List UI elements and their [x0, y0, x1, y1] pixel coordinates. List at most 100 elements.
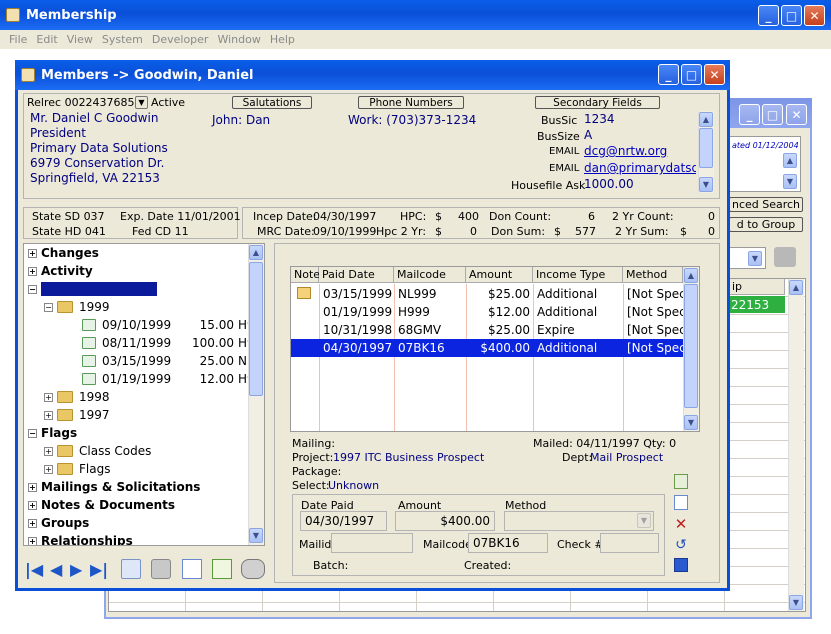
expand-icon[interactable]: + [44, 446, 53, 456]
grid-scroll-up[interactable]: ▲ [684, 268, 698, 283]
email2-link[interactable]: dan@primarydatsdf. [584, 161, 696, 175]
collapse-icon[interactable]: − [28, 284, 37, 294]
salutations-button[interactable]: Salutations [232, 96, 312, 109]
tree-payment-item[interactable]: 08/11/1999100.00H99 [82, 334, 262, 352]
expand-icon[interactable]: + [28, 536, 37, 545]
edit-icon[interactable] [121, 559, 141, 579]
row1-mailcode[interactable]: NL999 [394, 285, 466, 303]
grid-scroll-thumb[interactable] [684, 284, 698, 408]
search-icon[interactable] [241, 559, 265, 579]
member-maximize-button[interactable]: □ [681, 64, 702, 85]
expand-icon[interactable]: + [28, 500, 37, 510]
row3-paid[interactable]: 10/31/1998 [319, 321, 394, 339]
undo-icon[interactable]: ↺ [673, 537, 689, 553]
tree-activity[interactable]: + Activity [28, 262, 93, 280]
back-grid-scrollbar[interactable] [788, 279, 804, 611]
row4-method[interactable]: [Not Spec [623, 339, 683, 357]
back-grid-scroll-down[interactable]: ▼ [789, 595, 803, 610]
back-add-to-group-button[interactable]: d to Group [729, 217, 803, 232]
back-minimize-button[interactable]: _ [739, 104, 760, 125]
row4-mailcode[interactable]: 07BK16 [394, 339, 466, 357]
col-income-type[interactable]: Income Type [533, 267, 623, 283]
note-icon[interactable] [297, 287, 311, 299]
back-scroll-up[interactable]: ▲ [783, 153, 797, 168]
row3-income[interactable]: Expire [533, 321, 623, 339]
back-dropdown-arrow[interactable]: ▼ [748, 251, 762, 266]
mailid-field[interactable] [331, 533, 413, 553]
phone-numbers-button[interactable]: Phone Numbers [358, 96, 464, 109]
row2-amount[interactable]: $12.00 [466, 303, 533, 321]
amount-field[interactable]: $400.00 [395, 511, 495, 531]
menu-system[interactable]: System [102, 33, 143, 46]
first-record-icon[interactable]: |◀ [25, 560, 43, 579]
col-method[interactable]: Method [623, 267, 683, 283]
row2-paid[interactable]: 01/19/1999 [319, 303, 394, 321]
check-field[interactable] [600, 533, 659, 553]
tree-payment-item[interactable]: 01/19/199912.00H99 [82, 370, 262, 388]
col-paid-date[interactable]: Paid Date [319, 267, 394, 283]
last-record-icon[interactable]: ▶| [90, 560, 108, 579]
col-amount[interactable]: Amount [466, 267, 533, 283]
tree-year-1999[interactable]: − 1999 [44, 298, 110, 316]
prev-record-icon[interactable]: ◀ [50, 560, 62, 579]
mailcode-field[interactable]: 07BK16 [468, 533, 548, 553]
expand-icon[interactable]: + [28, 518, 37, 528]
row4-paid[interactable]: 04/30/1997 [319, 339, 394, 357]
tree-payment-item[interactable]: 09/10/199915.00H99 [82, 316, 262, 334]
menu-window[interactable]: Window [217, 33, 260, 46]
grid-scroll-down[interactable]: ▼ [684, 415, 698, 430]
row2-mailcode[interactable]: H999 [394, 303, 466, 321]
tree-scroll-up[interactable]: ▲ [249, 245, 263, 260]
method-select[interactable] [504, 511, 654, 531]
save-icon[interactable] [674, 558, 688, 572]
expand-icon[interactable]: + [28, 266, 37, 276]
back-printer-icon[interactable] [774, 247, 796, 267]
expand-icon[interactable]: + [44, 392, 53, 402]
email1-link[interactable]: dcg@nrtw.org [584, 144, 694, 158]
print-icon[interactable] [151, 559, 171, 579]
back-grid-cell-selected[interactable]: 22153 [729, 296, 785, 313]
tree-mailings[interactable]: + Mailings & Solicitations [28, 478, 200, 496]
app-close-button[interactable]: ✕ [804, 5, 825, 26]
secondary-scroll-up[interactable]: ▲ [699, 112, 713, 127]
status-dropdown[interactable]: ▼ [135, 96, 148, 109]
tree-relationships[interactable]: + Relationships [28, 532, 133, 545]
back-maximize-button[interactable]: □ [762, 104, 783, 125]
menu-view[interactable]: View [67, 33, 93, 46]
notes-icon[interactable] [212, 559, 232, 579]
secondary-fields-button[interactable]: Secondary Fields [535, 96, 660, 109]
row2-method[interactable]: [Not Spec [623, 303, 683, 321]
row4-income[interactable]: Additional [533, 339, 623, 357]
app-minimize-button[interactable]: _ [758, 5, 779, 26]
menu-file[interactable]: File [9, 33, 27, 46]
collapse-icon[interactable]: − [28, 428, 37, 438]
tree-scroll-down[interactable]: ▼ [249, 528, 263, 543]
tree-payment-item[interactable]: 03/15/199925.00NL9 [82, 352, 261, 370]
back-scroll-down[interactable]: ▼ [783, 174, 797, 189]
secondary-scroll-thumb[interactable] [699, 128, 713, 168]
tree-year-1998[interactable]: +1998 [44, 388, 110, 406]
secondary-scroll-down[interactable]: ▼ [699, 177, 713, 192]
menu-help[interactable]: Help [270, 33, 295, 46]
row1-paid[interactable]: 03/15/1999 [319, 285, 394, 303]
row3-mailcode[interactable]: 68GMV [394, 321, 466, 339]
expand-icon[interactable]: + [28, 248, 37, 258]
tree-scroll-thumb[interactable] [249, 262, 263, 396]
menu-edit[interactable]: Edit [36, 33, 57, 46]
row1-method[interactable]: [Not Spec [623, 285, 683, 303]
tree-notes[interactable]: + Notes & Documents [28, 496, 175, 514]
member-minimize-button[interactable]: _ [658, 64, 679, 85]
expand-icon[interactable]: + [28, 482, 37, 492]
tree-flags-sub[interactable]: + Flags [44, 460, 110, 478]
app-maximize-button[interactable]: □ [781, 5, 802, 26]
method-dropdown-arrow[interactable]: ▼ [637, 513, 651, 528]
delete-icon[interactable]: ✕ [673, 515, 689, 533]
new-document-icon[interactable] [182, 559, 202, 579]
expand-icon[interactable]: + [44, 464, 53, 474]
edit-note-icon[interactable] [674, 474, 688, 489]
tree-year-1997[interactable]: +1997 [44, 406, 110, 424]
next-record-icon[interactable]: ▶ [70, 560, 82, 579]
back-close-button[interactable]: ✕ [786, 104, 807, 125]
back-advanced-search-button[interactable]: nced Search [729, 197, 803, 212]
col-mailcode[interactable]: Mailcode [394, 267, 466, 283]
